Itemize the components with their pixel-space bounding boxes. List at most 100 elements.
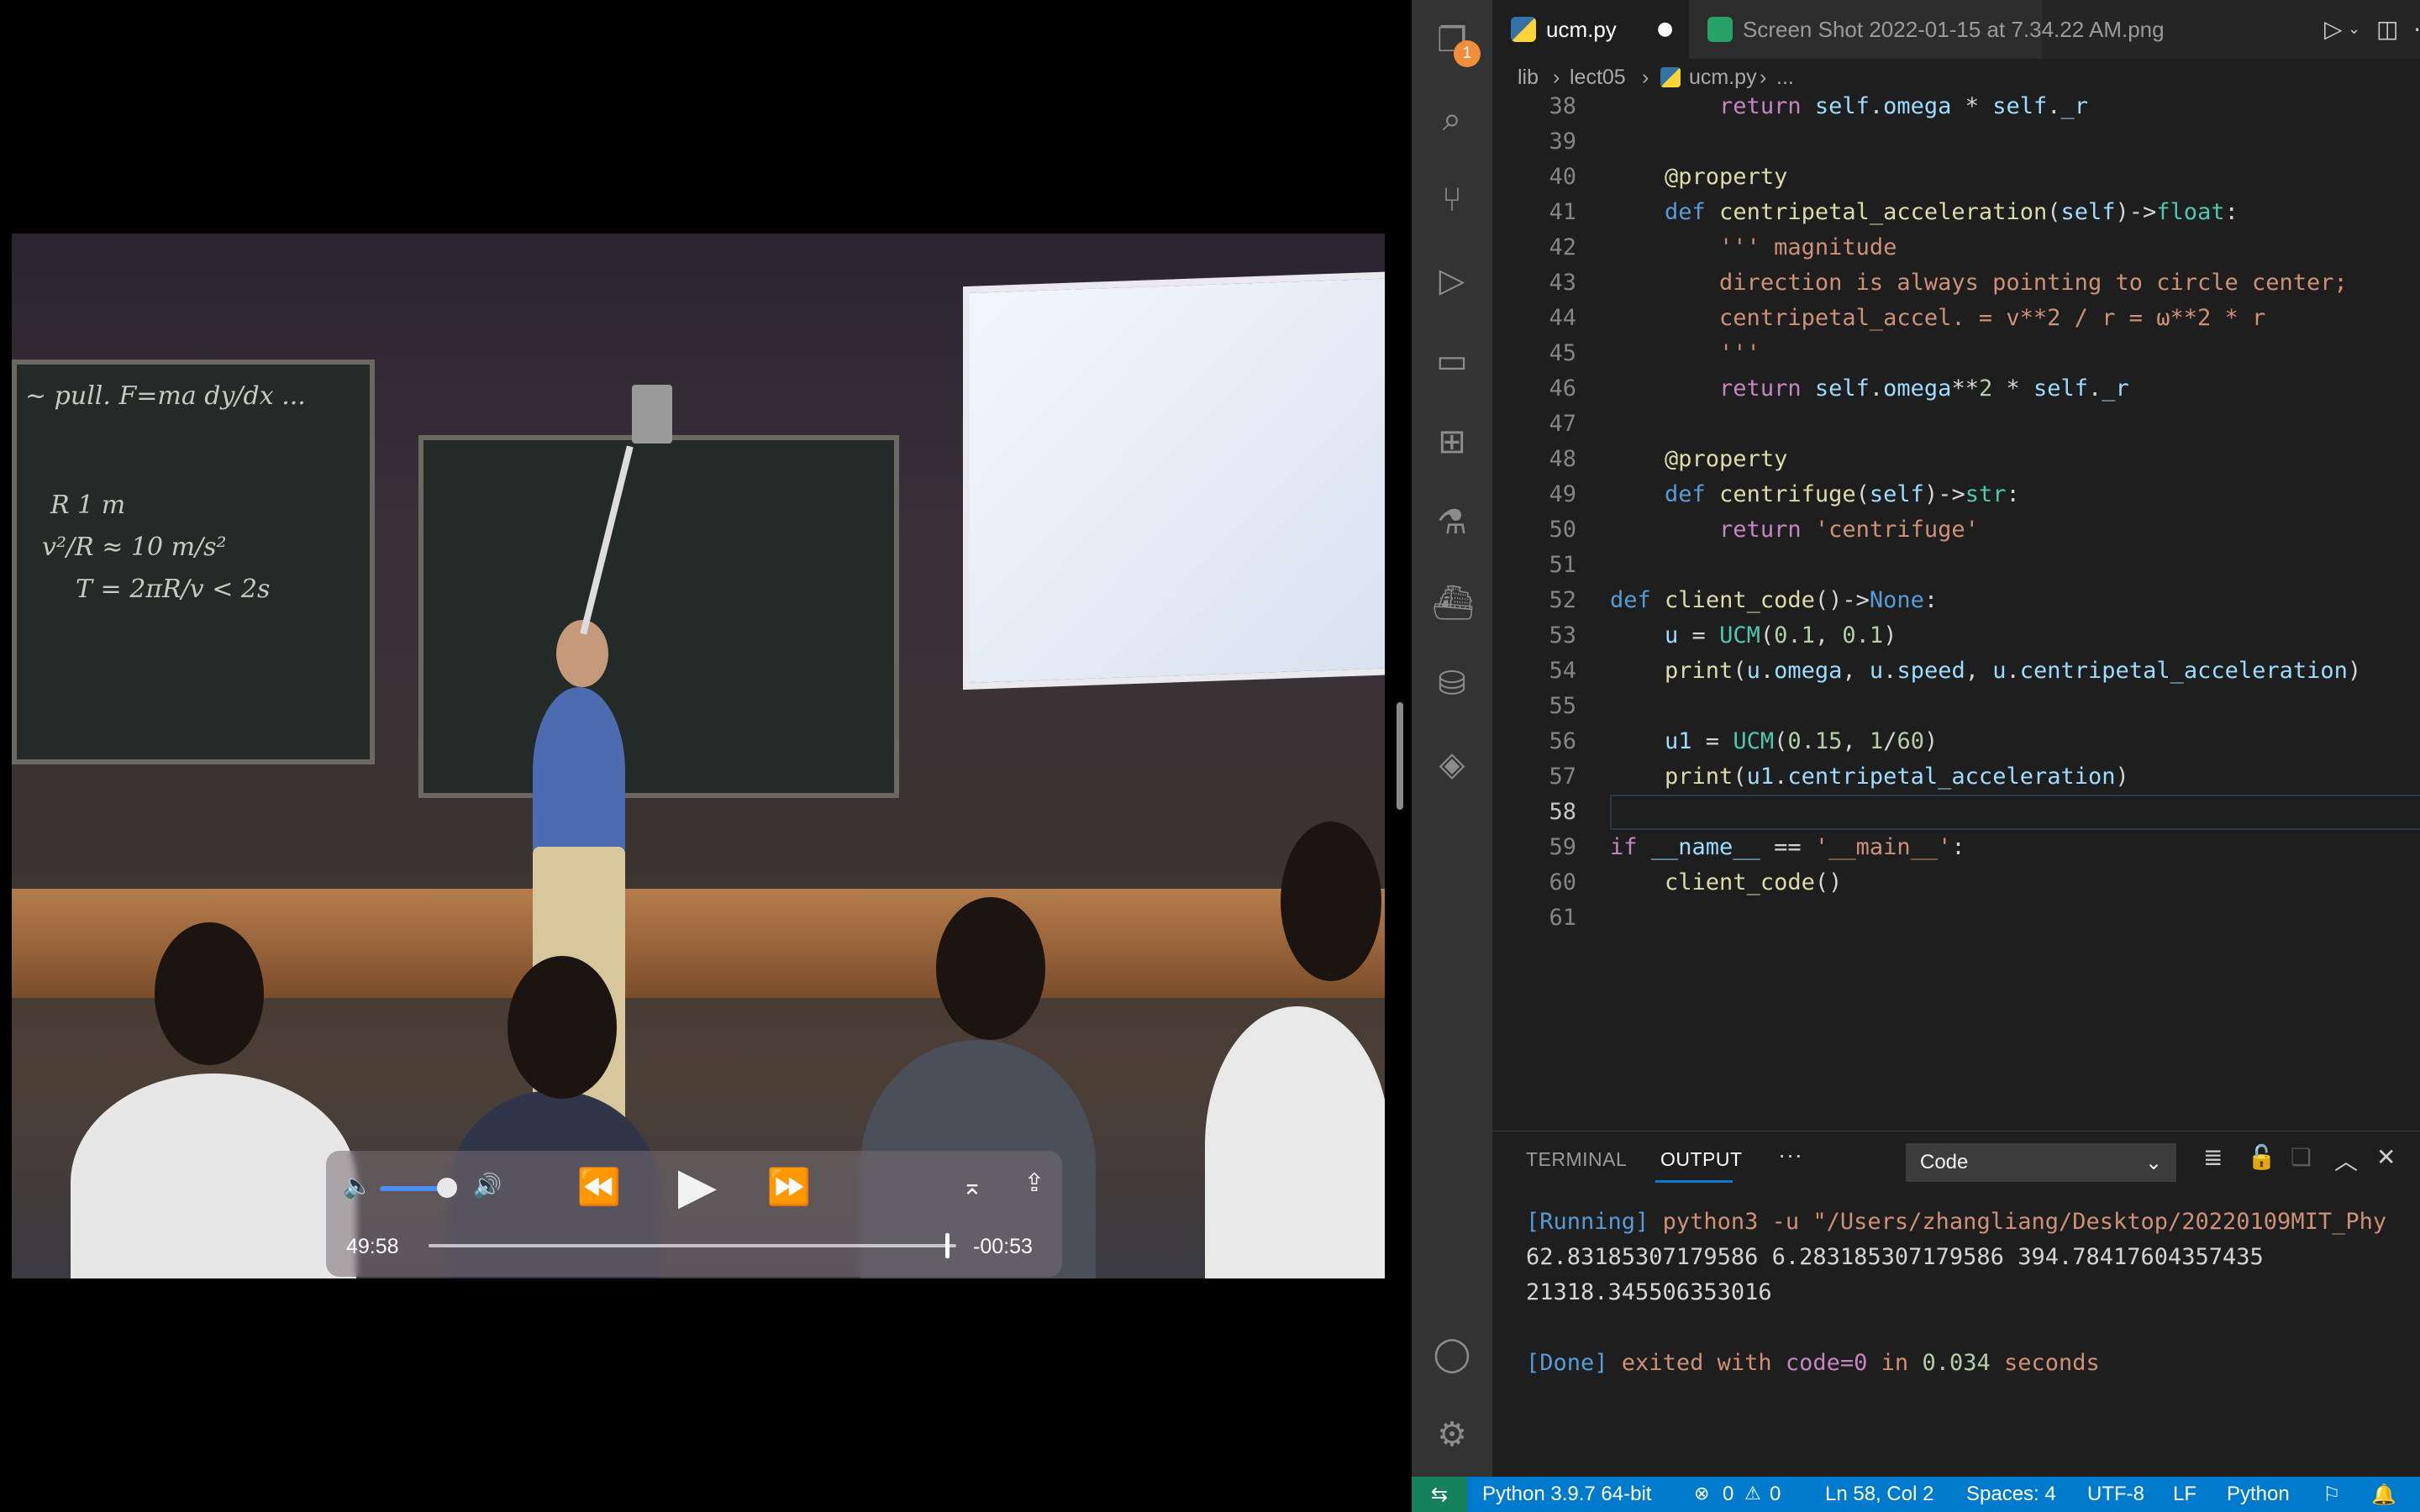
database-icon[interactable]: ⛁ — [1432, 664, 1472, 704]
source-control-icon[interactable]: ⑂ — [1432, 180, 1472, 220]
code-text[interactable]: print(u.omega, u.speed, u.centripetal_ac… — [1610, 654, 2361, 689]
code-line[interactable]: 40 @property — [1492, 160, 2420, 195]
indentation[interactable]: Spaces: 4 — [1966, 1477, 2056, 1512]
fast-forward-icon[interactable]: ⏩ — [766, 1169, 812, 1205]
code-line[interactable]: 38 return self.omega * self._r — [1492, 96, 2420, 124]
volume-high-icon[interactable]: 🔊 — [471, 1174, 504, 1198]
code-line[interactable]: 43 direction is always pointing to circl… — [1492, 265, 2420, 301]
run-icon[interactable]: ▷ — [2324, 0, 2343, 59]
code-line[interactable]: 61 — [1492, 900, 2420, 936]
extensions-icon[interactable]: ⊞ — [1432, 422, 1472, 462]
line-number: 57 — [1549, 764, 1576, 790]
tab-terminal[interactable]: TERMINAL — [1526, 1148, 1627, 1171]
split-editor-icon[interactable]: ◫ — [2376, 0, 2398, 59]
code-text[interactable]: direction is always pointing to circle c… — [1610, 265, 2348, 301]
code-line[interactable]: 56 u1 = UCM(0.15, 1/60) — [1492, 724, 2420, 759]
share-icon[interactable]: ⇪ — [1020, 1171, 1049, 1196]
run-debug-icon[interactable]: ▷ — [1432, 260, 1472, 301]
code-text[interactable]: return self.omega * self._r — [1610, 96, 2088, 124]
tab-screenshot-png[interactable]: Screen Shot 2022-01-15 at 7.34.22 AM.png — [1689, 0, 2165, 59]
breadcrumb-item[interactable]: lect05 — [1570, 59, 1626, 96]
code-text[interactable]: client_code() — [1610, 865, 1842, 900]
breadcrumb-item[interactable]: ucm.py — [1689, 59, 1757, 96]
split-resize-handle[interactable] — [1397, 702, 1403, 810]
code-text[interactable]: return 'centrifuge' — [1610, 512, 1979, 548]
code-text[interactable]: if __name__ == '__main__': — [1610, 830, 1965, 865]
testing-icon[interactable]: ⚗ — [1432, 502, 1472, 543]
output-channel-select[interactable]: Code ⌄ — [1906, 1143, 2176, 1182]
code-line[interactable]: 57 print(u1.centripetal_acceleration) — [1492, 759, 2420, 795]
code-text[interactable]: ''' — [1610, 336, 1760, 371]
code-text[interactable]: def client_code()->None: — [1610, 583, 1938, 618]
code-text[interactable]: centripetal_accel. = v**2 / r = ω**2 * r — [1610, 301, 2265, 336]
account-icon[interactable]: ◯ — [1432, 1334, 1472, 1374]
docker-icon[interactable]: ⛴ — [1432, 583, 1475, 623]
code-line[interactable]: 53 u = UCM(0.1, 0.1) — [1492, 618, 2420, 654]
code-line[interactable]: 59 if __name__ == '__main__': — [1492, 830, 2420, 865]
feedback-icon[interactable]: ⚐ — [2323, 1477, 2341, 1512]
code-line[interactable]: 44 centripetal_accel. = v**2 / r = ω**2 … — [1492, 301, 2420, 336]
play-icon[interactable]: ▶ — [674, 1161, 721, 1211]
rewind-icon[interactable]: ⏪ — [576, 1169, 622, 1205]
code-line[interactable]: 60 client_code() — [1492, 865, 2420, 900]
remote-indicator-icon[interactable]: ⇆ — [1412, 1477, 1467, 1512]
code-line[interactable]: 47 — [1492, 407, 2420, 442]
code-text[interactable]: u = UCM(0.1, 0.1) — [1610, 618, 1897, 654]
code-text[interactable]: def centrifuge(self)->str: — [1610, 477, 2020, 512]
line-ending[interactable]: LF — [2173, 1477, 2196, 1512]
language-mode[interactable]: Python — [2227, 1477, 2290, 1512]
python-file-icon — [1511, 17, 1536, 42]
progress-scrubber[interactable] — [945, 1233, 950, 1258]
breadcrumb-item[interactable]: lib — [1518, 59, 1539, 96]
code-text[interactable]: @property — [1610, 160, 1787, 195]
code-text[interactable]: ''' magnitude — [1610, 230, 1897, 265]
cursor-position[interactable]: Ln 58, Col 2 — [1825, 1477, 1933, 1512]
code-line[interactable]: 54 print(u.omega, u.speed, u.centripetal… — [1492, 654, 2420, 689]
code-line[interactable]: 39 — [1492, 124, 2420, 160]
volume-slider-knob[interactable] — [437, 1178, 457, 1198]
tab-ucm-py[interactable]: ucm.py ● — [1492, 0, 1689, 59]
open-log-icon[interactable]: ❏ — [2291, 1143, 2312, 1171]
clear-output-icon[interactable]: ≣ — [2203, 1143, 2223, 1171]
code-text[interactable]: u1 = UCM(0.15, 1/60) — [1610, 724, 1938, 759]
code-text[interactable]: print(u1.centripetal_acceleration) — [1610, 759, 2129, 795]
settings-gear-icon[interactable]: ⚙ — [1432, 1415, 1472, 1455]
encoding[interactable]: UTF-8 — [2087, 1477, 2144, 1512]
airplay-icon[interactable]: ⌅ — [958, 1174, 986, 1200]
tab-output[interactable]: OUTPUT — [1660, 1148, 1743, 1171]
panel-more-icon[interactable]: ··· — [1778, 1142, 1802, 1168]
code-line[interactable]: 46 return self.omega**2 * self._r — [1492, 371, 2420, 407]
lecture-video-frame[interactable]: ~ pull. F=ma dy/dx ... R 1 m v²/R ≈ 10 m… — [12, 234, 1385, 1278]
code-line[interactable]: 42 ''' magnitude — [1492, 230, 2420, 265]
breadcrumb-item[interactable]: ... — [1776, 59, 1794, 96]
progress-bar[interactable] — [429, 1244, 956, 1247]
code-line[interactable]: 52 def client_code()->None: — [1492, 583, 2420, 618]
code-line[interactable]: 45 ''' — [1492, 336, 2420, 371]
python-interpreter[interactable]: Python 3.9.7 64-bit — [1482, 1477, 1651, 1512]
code-line[interactable]: 49 def centrifuge(self)->str: — [1492, 477, 2420, 512]
code-editor[interactable]: 38 return self.omega * self._r 39 40 @prop… — [1492, 96, 2420, 1131]
code-line[interactable]: 48 @property — [1492, 442, 2420, 477]
lock-scroll-icon[interactable]: 🔓 — [2247, 1143, 2276, 1171]
code-line[interactable]: 41 def centripetal_acceleration(self)->f… — [1492, 195, 2420, 230]
code-line[interactable]: 50 return 'centrifuge' — [1492, 512, 2420, 548]
stack-icon[interactable]: ◈ — [1432, 744, 1472, 785]
code-line[interactable]: 55 — [1492, 689, 2420, 724]
code-line[interactable]: 58 — [1492, 795, 2420, 830]
code-line[interactable]: 51 — [1492, 548, 2420, 583]
more-actions-icon[interactable]: ⋯ — [2413, 0, 2420, 59]
warning-count[interactable]: 0 — [1770, 1477, 1781, 1512]
error-count[interactable]: 0 — [1723, 1477, 1733, 1512]
volume-low-icon[interactable]: 🔈 — [343, 1174, 372, 1198]
notifications-bell-icon[interactable]: 🔔 — [2371, 1477, 2396, 1512]
search-icon[interactable]: ⌕ — [1432, 99, 1472, 139]
remote-explorer-icon[interactable]: ▭ — [1432, 341, 1472, 381]
chevron-down-icon[interactable]: ⌄ — [2348, 0, 2360, 59]
code-text[interactable]: return self.omega**2 * self._r — [1610, 371, 2129, 407]
close-panel-icon[interactable]: ✕ — [2376, 1143, 2396, 1171]
maximize-panel-icon[interactable]: ︿ — [2334, 1143, 2358, 1177]
line-number: 49 — [1549, 481, 1576, 507]
unsaved-dot-icon[interactable]: ● — [1657, 0, 1673, 59]
code-text[interactable]: def centripetal_acceleration(self)->floa… — [1610, 195, 2238, 230]
code-text[interactable]: @property — [1610, 442, 1787, 477]
